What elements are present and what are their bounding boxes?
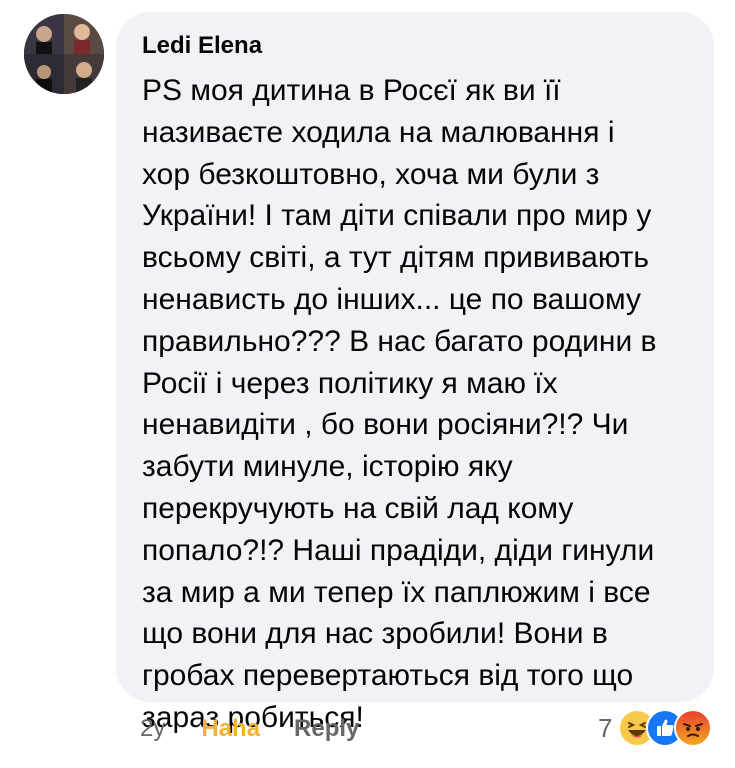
- comment-bubble: Ledi Elena PS моя дитина в Росєї як ви ї…: [116, 12, 714, 734]
- avatar[interactable]: [24, 14, 104, 94]
- haha-reaction-button[interactable]: Haha: [201, 715, 260, 743]
- comment-text: PS моя дитина в Росєї як ви її називаєте…: [142, 74, 657, 734]
- angry-emoji-icon: [674, 709, 713, 747]
- comment-actions: 2y Haha Reply: [140, 712, 359, 746]
- comment-author[interactable]: Ledi Elena: [142, 32, 262, 60]
- avatar-photo: [24, 14, 104, 94]
- comment-timestamp[interactable]: 2y: [140, 715, 165, 743]
- reaction-count: 7: [598, 712, 613, 743]
- reaction-summary[interactable]: 7: [598, 708, 713, 748]
- reply-button[interactable]: Reply: [294, 715, 359, 743]
